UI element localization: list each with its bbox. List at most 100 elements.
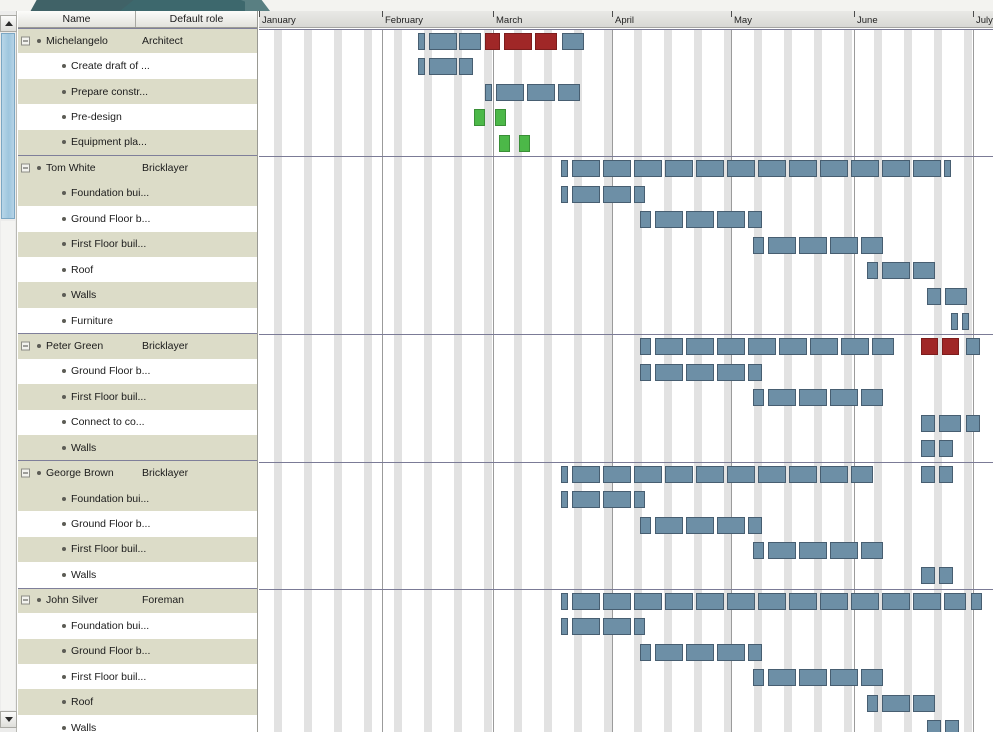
task-row[interactable]: Walls — [18, 714, 257, 732]
gantt-bar-normal[interactable] — [655, 363, 683, 381]
gantt-bar-normal[interactable] — [861, 236, 883, 254]
gantt-bar-normal[interactable] — [851, 592, 879, 610]
gantt-bar-normal[interactable] — [418, 58, 425, 76]
collapse-expand-icon[interactable] — [21, 341, 30, 351]
task-row[interactable]: Roof — [18, 256, 257, 283]
gantt-bar-normal[interactable] — [789, 592, 817, 610]
task-row[interactable]: Prepare constr... — [18, 78, 257, 105]
gantt-bar-normal[interactable] — [686, 516, 714, 534]
task-row[interactable]: Pre-design — [18, 104, 257, 130]
gantt-bar-normal[interactable] — [634, 185, 645, 203]
gantt-bar-normal[interactable] — [820, 592, 848, 610]
gantt-bar-normal[interactable] — [799, 542, 827, 559]
gantt-bar-normal[interactable] — [851, 465, 873, 483]
gantt-bar-normal[interactable] — [572, 592, 600, 610]
gantt-bar-normal[interactable] — [861, 542, 883, 559]
gantt-bar-normal[interactable] — [768, 389, 796, 407]
gantt-bar-normal[interactable] — [655, 643, 683, 661]
gantt-bar-normal[interactable] — [753, 389, 764, 407]
gantt-bar-underload[interactable] — [499, 134, 510, 152]
gantt-bar-normal[interactable] — [603, 491, 631, 509]
task-row[interactable]: First Floor buil... — [18, 663, 257, 690]
gantt-bar-normal[interactable] — [758, 465, 786, 483]
gantt-bar-normal[interactable] — [851, 160, 879, 178]
gantt-bar-normal[interactable] — [429, 58, 457, 76]
gantt-bar-normal[interactable] — [830, 389, 858, 407]
gantt-bar-normal[interactable] — [962, 312, 969, 330]
gantt-bar-normal[interactable] — [572, 185, 600, 203]
gantt-bar-normal[interactable] — [768, 542, 796, 559]
gantt-bar-normal[interactable] — [558, 83, 580, 101]
gantt-bar-normal[interactable] — [572, 465, 600, 483]
gantt-bar-normal[interactable] — [561, 618, 568, 636]
gantt-bar-normal[interactable] — [696, 160, 724, 178]
gantt-bar-normal[interactable] — [634, 465, 662, 483]
gantt-bar-normal[interactable] — [527, 83, 555, 101]
gantt-bar-normal[interactable] — [944, 592, 966, 610]
gantt-bar-normal[interactable] — [913, 694, 935, 712]
gantt-bar-normal[interactable] — [640, 211, 651, 229]
gantt-bar-normal[interactable] — [696, 592, 724, 610]
timeline-header[interactable]: January February March April May June July — [259, 11, 993, 28]
task-row[interactable]: Ground Floor b... — [18, 206, 257, 232]
gantt-bar-normal[interactable] — [727, 592, 755, 610]
task-row[interactable]: Walls — [18, 435, 257, 461]
gantt-bar-normal[interactable] — [861, 669, 883, 687]
gantt-bar-normal[interactable] — [686, 363, 714, 381]
gantt-bar-normal[interactable] — [727, 465, 755, 483]
gantt-bar-normal[interactable] — [939, 465, 953, 483]
gantt-bar-normal[interactable] — [830, 669, 858, 687]
resource-row[interactable]: Tom White Bricklayer — [18, 155, 257, 181]
gantt-bar-normal[interactable] — [717, 338, 745, 356]
gantt-bar-normal[interactable] — [939, 414, 961, 432]
task-row[interactable]: Foundation bui... — [18, 485, 257, 512]
gantt-bar-normal[interactable] — [634, 592, 662, 610]
gantt-bar-normal[interactable] — [921, 567, 935, 585]
scroll-up-button[interactable] — [0, 15, 17, 32]
gantt-bar-normal[interactable] — [913, 262, 935, 280]
gantt-bar-underload[interactable] — [474, 109, 485, 127]
gantt-bar-normal[interactable] — [665, 160, 693, 178]
scrollbar-track[interactable] — [1, 221, 15, 710]
gantt-bar-normal[interactable] — [944, 160, 951, 178]
task-row[interactable]: Ground Floor b... — [18, 638, 257, 664]
gantt-bar-normal[interactable] — [951, 312, 958, 330]
task-row[interactable]: Equipment pla... — [18, 129, 257, 156]
gantt-bar-normal[interactable] — [882, 592, 910, 610]
gantt-bar-normal[interactable] — [496, 83, 524, 101]
task-row[interactable]: Ground Floor b... — [18, 511, 257, 537]
task-row[interactable]: First Floor buil... — [18, 536, 257, 563]
gantt-bar-normal[interactable] — [603, 592, 631, 610]
column-header-default-role[interactable]: Default role — [136, 11, 257, 27]
gantt-bar-normal[interactable] — [459, 33, 481, 50]
gantt-bar-normal[interactable] — [717, 516, 745, 534]
gantt-bar-normal[interactable] — [572, 491, 600, 509]
gantt-bar-normal[interactable] — [603, 618, 631, 636]
gantt-bar-normal[interactable] — [867, 262, 878, 280]
gantt-bar-normal[interactable] — [820, 465, 848, 483]
gantt-bar-normal[interactable] — [748, 516, 762, 534]
resource-row[interactable]: John Silver Foreman — [18, 587, 257, 614]
gantt-bar-normal[interactable] — [748, 363, 762, 381]
gantt-bar-normal[interactable] — [841, 338, 869, 356]
gantt-bar-normal[interactable] — [758, 160, 786, 178]
gantt-bar-normal[interactable] — [799, 389, 827, 407]
gantt-bar-normal[interactable] — [867, 694, 878, 712]
resource-row[interactable]: Michelangelo Architect — [18, 28, 257, 54]
gantt-bar-normal[interactable] — [634, 491, 645, 509]
gantt-bar-normal[interactable] — [768, 236, 796, 254]
gantt-bar-normal[interactable] — [686, 338, 714, 356]
gantt-bar-overload[interactable] — [535, 33, 557, 50]
gantt-bar-normal[interactable] — [686, 643, 714, 661]
gantt-bar-normal[interactable] — [768, 669, 796, 687]
gantt-bar-normal[interactable] — [561, 592, 568, 610]
gantt-bar-underload[interactable] — [495, 109, 506, 127]
gantt-bar-normal[interactable] — [882, 160, 910, 178]
task-row[interactable]: Walls — [18, 282, 257, 308]
gantt-bar-normal[interactable] — [830, 542, 858, 559]
gantt-bar-normal[interactable] — [640, 363, 651, 381]
task-row[interactable]: Foundation bui... — [18, 180, 257, 207]
task-row[interactable]: First Floor buil... — [18, 384, 257, 410]
gantt-bar-normal[interactable] — [921, 465, 935, 483]
gantt-bar-normal[interactable] — [913, 160, 941, 178]
